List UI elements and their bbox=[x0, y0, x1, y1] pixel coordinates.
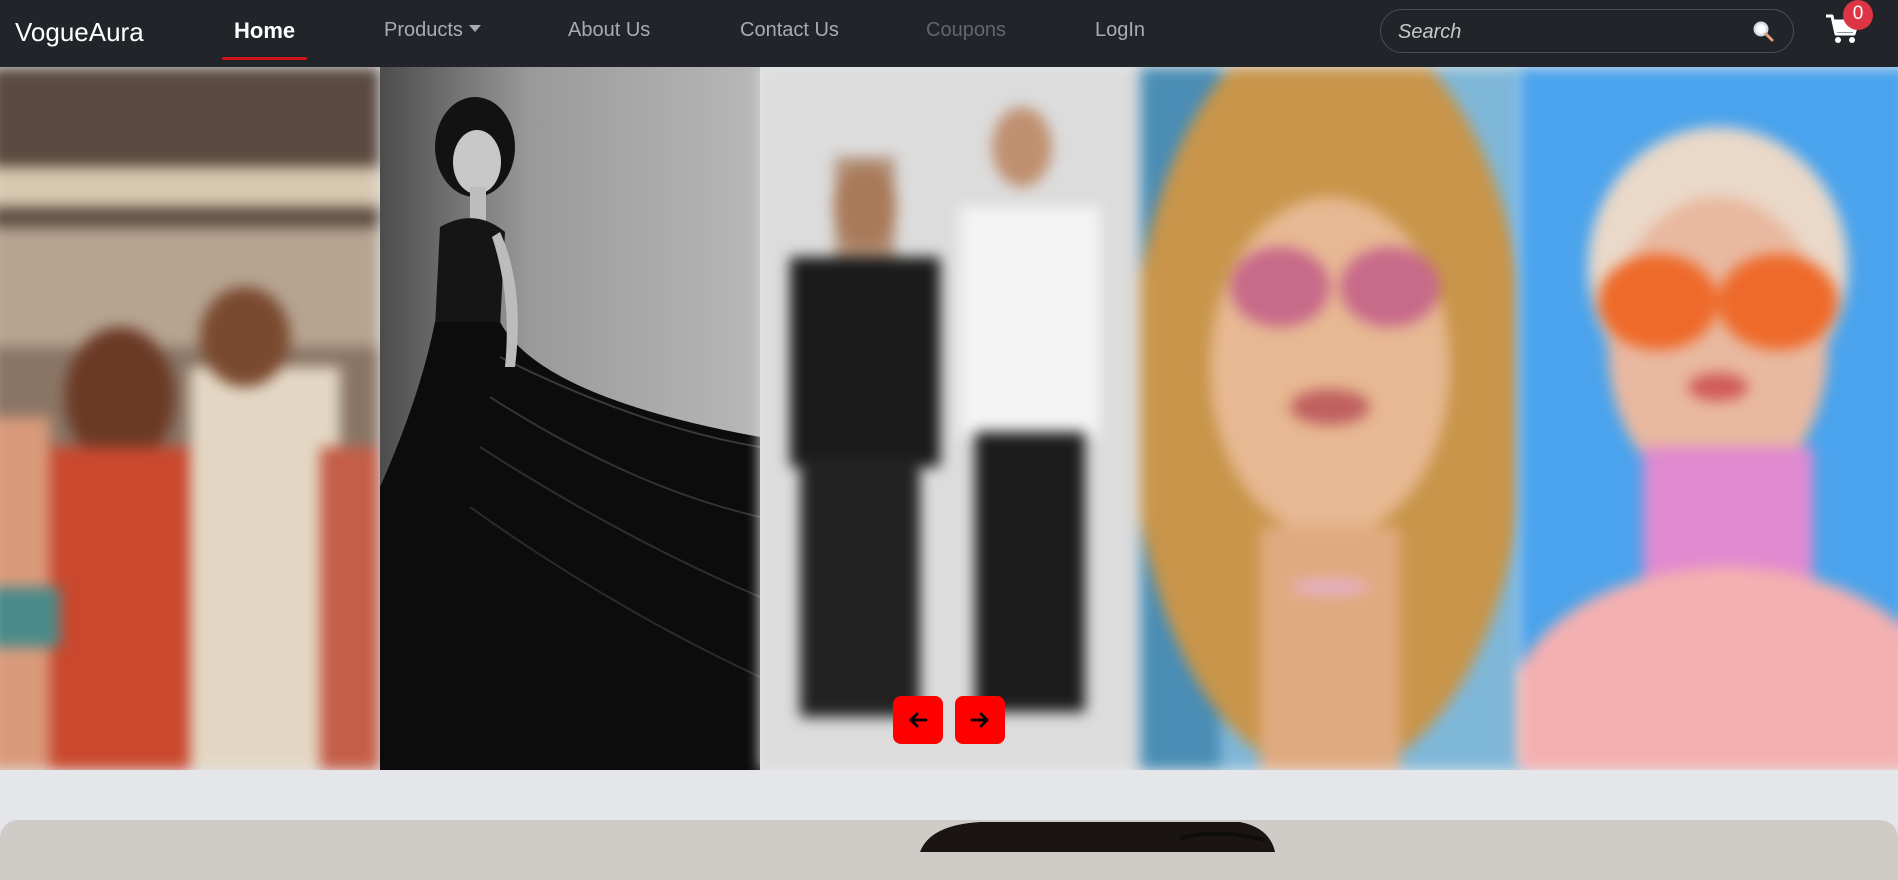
carousel-slide-pink-sunglasses bbox=[1140, 67, 1520, 770]
carousel-slide-couple bbox=[760, 67, 1142, 770]
carousel-slide-black-gown bbox=[380, 67, 760, 770]
arrow-right-icon bbox=[970, 712, 989, 728]
carousel-next-button[interactable] bbox=[955, 696, 1005, 744]
arrow-left-icon bbox=[909, 712, 928, 728]
nav-home[interactable]: Home bbox=[234, 18, 295, 44]
nav-about[interactable]: About Us bbox=[568, 19, 650, 42]
hero-carousel bbox=[0, 67, 1898, 770]
cart-count-badge: 0 bbox=[1843, 0, 1873, 30]
carousel-slide-orange-sunglasses bbox=[1518, 67, 1898, 770]
featured-section-card bbox=[0, 820, 1898, 880]
nav-products-dropdown[interactable]: Products bbox=[384, 19, 481, 42]
navbar: VogueAura Home Products About Us Contact… bbox=[0, 0, 1898, 67]
carousel-slide-street-group bbox=[0, 67, 380, 770]
nav-login[interactable]: LogIn bbox=[1095, 19, 1145, 42]
featured-image-preview bbox=[920, 822, 1275, 852]
nav-contact[interactable]: Contact Us bbox=[740, 19, 839, 42]
active-nav-indicator bbox=[222, 57, 307, 60]
nav-coupons[interactable]: Coupons bbox=[926, 19, 1006, 42]
search-input[interactable] bbox=[1396, 19, 1740, 45]
carousel-prev-button[interactable] bbox=[893, 696, 943, 744]
search-box bbox=[1380, 9, 1794, 53]
brand-logo[interactable]: VogueAura bbox=[15, 17, 144, 48]
search-icon[interactable] bbox=[1751, 19, 1777, 50]
caret-down-icon bbox=[468, 25, 481, 32]
nav-products-label: Products bbox=[384, 19, 463, 41]
